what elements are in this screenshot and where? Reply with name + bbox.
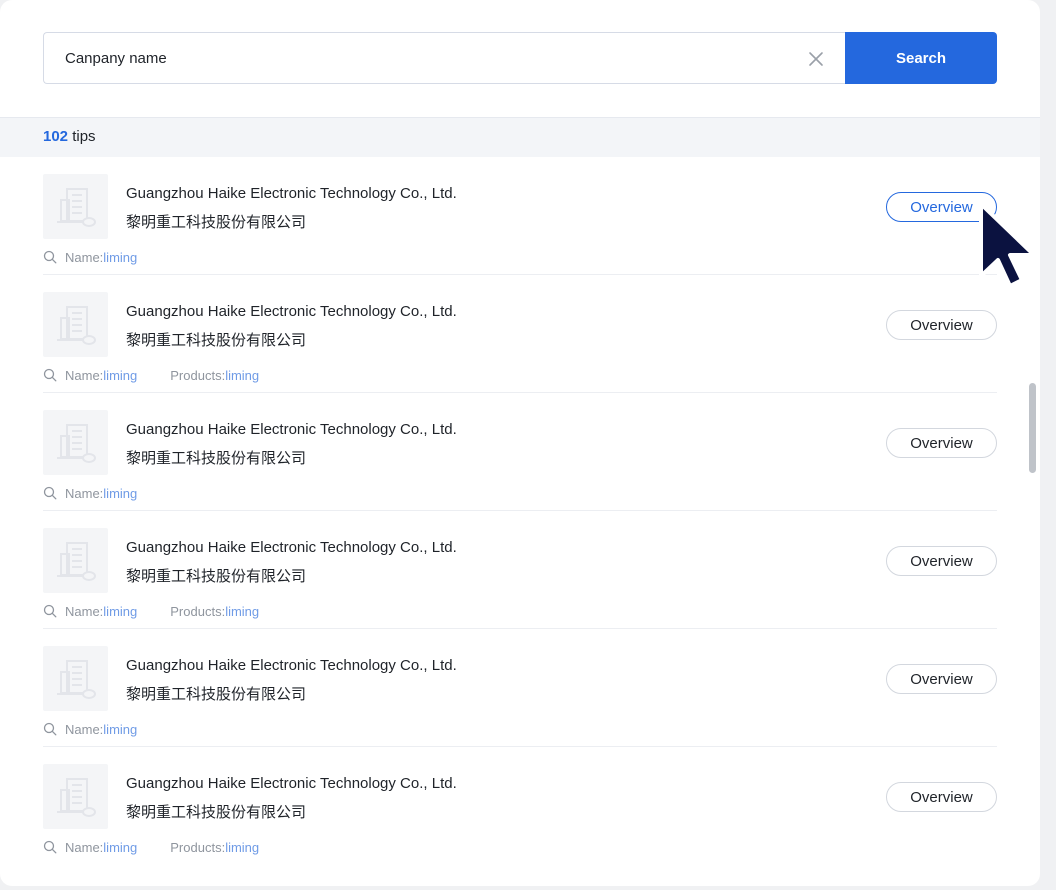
match-name-value: liming: [103, 603, 138, 619]
company-name-cn: 黎明重工科技股份有限公司: [126, 214, 307, 231]
match-products-value: liming: [225, 367, 260, 383]
results-count-label: tips: [68, 128, 96, 145]
match-info: Name: liming Products:liming: [43, 603, 259, 619]
building-icon: [57, 660, 96, 699]
magnifier-icon: [43, 486, 57, 500]
company-name-en: Guangzhou Haike Electronic Technology Co…: [126, 185, 457, 202]
company-name-cn: 黎明重工科技股份有限公司: [126, 568, 307, 585]
company-logo: [43, 410, 108, 475]
results-count-bar: 102 tips: [0, 117, 1040, 157]
result-item: Guangzhou Haike Electronic Technology Co…: [43, 747, 997, 865]
company-logo: [43, 292, 108, 357]
building-icon: [57, 778, 96, 817]
match-name-value: liming: [103, 485, 138, 501]
match-name-label: Name:: [65, 721, 104, 737]
match-name-label: Name:: [65, 603, 104, 619]
magnifier-icon: [43, 368, 57, 382]
result-item: Guangzhou Haike Electronic Technology Co…: [43, 393, 997, 511]
match-name-value: liming: [103, 839, 138, 855]
match-info: Name: liming Products:liming: [43, 839, 259, 855]
company-name-cn: 黎明重工科技股份有限公司: [126, 450, 307, 467]
result-item: Guangzhou Haike Electronic Technology Co…: [43, 629, 997, 747]
match-products: Products:liming: [137, 840, 259, 855]
magnifier-icon: [43, 722, 57, 736]
match-products-label: Products:: [170, 839, 226, 855]
match-name-label: Name:: [65, 249, 104, 265]
match-products-label: Products:: [170, 603, 226, 619]
company-name-en: Guangzhou Haike Electronic Technology Co…: [126, 775, 457, 792]
match-name-value: liming: [103, 367, 138, 383]
company-name-cn: 黎明重工科技股份有限公司: [126, 332, 307, 349]
company-name-cn: 黎明重工科技股份有限公司: [126, 686, 307, 703]
match-products: Products:liming: [137, 368, 259, 383]
company-name-en: Guangzhou Haike Electronic Technology Co…: [126, 539, 457, 556]
building-icon: [57, 306, 96, 345]
match-info: Name: liming: [43, 485, 137, 501]
close-icon[interactable]: [807, 50, 825, 68]
search-button[interactable]: Search: [845, 32, 997, 84]
company-name-cn: 黎明重工科技股份有限公司: [126, 804, 307, 821]
match-name-label: Name:: [65, 839, 104, 855]
overview-button[interactable]: Overview: [886, 428, 997, 458]
match-name-value: liming: [103, 721, 138, 737]
search-input[interactable]: [44, 33, 845, 83]
search-bar: Search: [43, 32, 997, 84]
company-name-en: Guangzhou Haike Electronic Technology Co…: [126, 657, 457, 674]
search-results-panel: Search 102 tips Guangzhou Haike Electron…: [0, 0, 1040, 886]
overview-button[interactable]: Overview: [886, 664, 997, 694]
company-name-en: Guangzhou Haike Electronic Technology Co…: [126, 303, 457, 320]
match-name-label: Name:: [65, 485, 104, 501]
magnifier-icon: [43, 604, 57, 618]
building-icon: [57, 188, 96, 227]
magnifier-icon: [43, 840, 57, 854]
scrollbar-thumb[interactable]: [1029, 383, 1036, 473]
match-name-value: liming: [103, 249, 138, 265]
overview-button[interactable]: Overview: [886, 782, 997, 812]
match-name-label: Name:: [65, 367, 104, 383]
match-products-label: Products:: [170, 367, 226, 383]
company-logo: [43, 646, 108, 711]
result-item: Guangzhou Haike Electronic Technology Co…: [43, 157, 997, 275]
overview-button[interactable]: Overview: [886, 310, 997, 340]
company-logo: [43, 528, 108, 593]
result-item: Guangzhou Haike Electronic Technology Co…: [43, 511, 997, 629]
building-icon: [57, 542, 96, 581]
overview-button[interactable]: Overview: [886, 192, 997, 222]
match-products: Products:liming: [137, 604, 259, 619]
match-info: Name: liming: [43, 721, 137, 737]
magnifier-icon: [43, 250, 57, 264]
company-logo: [43, 174, 108, 239]
result-item: Guangzhou Haike Electronic Technology Co…: [43, 275, 997, 393]
search-box: [43, 32, 845, 84]
match-products-value: liming: [225, 839, 260, 855]
company-name-en: Guangzhou Haike Electronic Technology Co…: [126, 421, 457, 438]
match-info: Name: liming: [43, 249, 137, 265]
company-logo: [43, 764, 108, 829]
results-count: 102: [43, 128, 69, 145]
match-products-value: liming: [225, 603, 260, 619]
building-icon: [57, 424, 96, 463]
overview-button[interactable]: Overview: [886, 546, 997, 576]
match-info: Name: liming Products:liming: [43, 367, 259, 383]
